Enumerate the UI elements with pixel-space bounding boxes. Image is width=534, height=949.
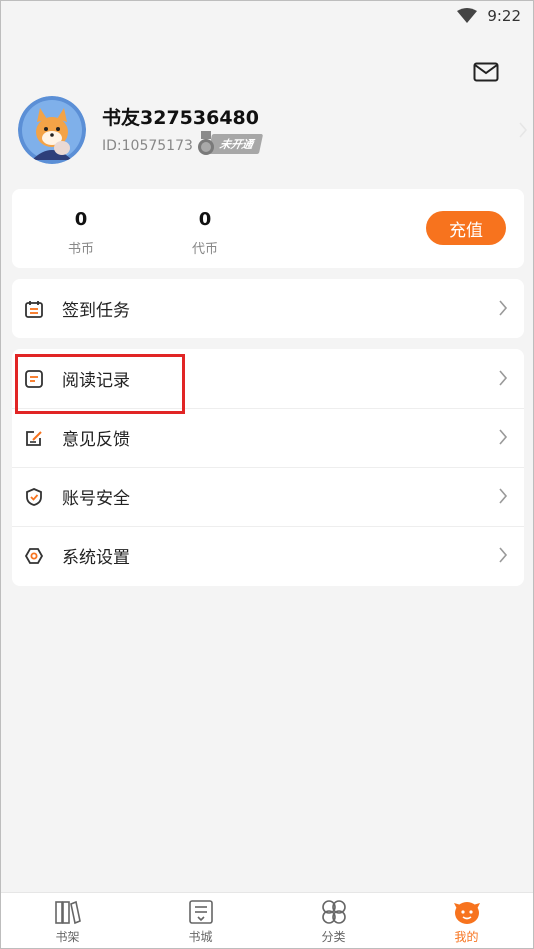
username: 书友327536480 xyxy=(102,107,259,129)
user-id: ID:10575173 xyxy=(102,138,193,154)
profile-icon xyxy=(453,902,480,924)
bookstore-icon xyxy=(188,900,213,924)
voucher-balance[interactable]: 0 代币 xyxy=(165,209,245,257)
coin-label: 书币 xyxy=(67,242,94,257)
settings-icon xyxy=(24,546,44,566)
highlight-box xyxy=(15,354,185,414)
wifi-icon xyxy=(457,8,478,24)
medal-icon xyxy=(198,131,214,155)
profile-header[interactable]: 书友327536480 ID:10575173 未开通 xyxy=(18,96,528,166)
calendar-icon xyxy=(24,299,44,319)
recharge-button[interactable]: 充值 xyxy=(426,211,506,245)
coin-balance[interactable]: 0 书币 xyxy=(41,209,121,257)
menu-label-account-security: 账号安全 xyxy=(62,489,130,509)
chevron-right-icon xyxy=(499,370,508,386)
shield-icon xyxy=(24,487,44,507)
mail-icon xyxy=(473,62,499,82)
feedback-icon xyxy=(24,428,44,448)
vip-badge[interactable]: 未开通 xyxy=(196,131,264,157)
menu-label-sign-in: 签到任务 xyxy=(62,301,130,321)
chevron-right-icon xyxy=(499,429,508,445)
menu-label-feedback: 意见反馈 xyxy=(62,430,130,450)
voucher-value: 0 xyxy=(198,209,212,230)
menu-item-sign-in[interactable]: 签到任务 xyxy=(12,279,524,338)
menu-item-account-security[interactable]: 账号安全 xyxy=(12,467,524,526)
chevron-right-icon xyxy=(519,122,528,138)
menu-item-settings[interactable]: 系统设置 xyxy=(12,526,524,585)
chevron-right-icon xyxy=(499,300,508,316)
tab-label: 我的 xyxy=(454,930,479,944)
chevron-right-icon xyxy=(499,547,508,563)
bookshelf-icon xyxy=(54,900,81,925)
mail-button[interactable] xyxy=(472,59,500,85)
tab-category[interactable]: 分类 xyxy=(267,893,400,948)
category-icon xyxy=(321,900,346,924)
tab-label: 书城 xyxy=(188,930,213,944)
bottom-tab-bar: 书架 书城 分类 我的 xyxy=(1,892,533,948)
tab-profile[interactable]: 我的 xyxy=(400,893,533,948)
sign-in-card: 签到任务 xyxy=(12,279,524,338)
tab-label: 分类 xyxy=(321,930,346,944)
vip-status: 未开通 xyxy=(207,134,264,154)
status-time: 9:22 xyxy=(487,7,521,25)
voucher-label: 代币 xyxy=(191,242,218,257)
coin-value: 0 xyxy=(74,209,88,230)
chevron-right-icon xyxy=(499,488,508,504)
tab-bookshelf[interactable]: 书架 xyxy=(1,893,134,948)
avatar[interactable] xyxy=(18,96,86,164)
menu-item-feedback[interactable]: 意见反馈 xyxy=(12,408,524,467)
wallet-card: 0 书币 0 代币 充值 xyxy=(12,189,524,268)
menu-label-settings: 系统设置 xyxy=(62,548,130,568)
tab-label: 书架 xyxy=(55,930,80,944)
status-bar: 9:22 xyxy=(1,1,533,31)
tab-bookstore[interactable]: 书城 xyxy=(134,893,267,948)
